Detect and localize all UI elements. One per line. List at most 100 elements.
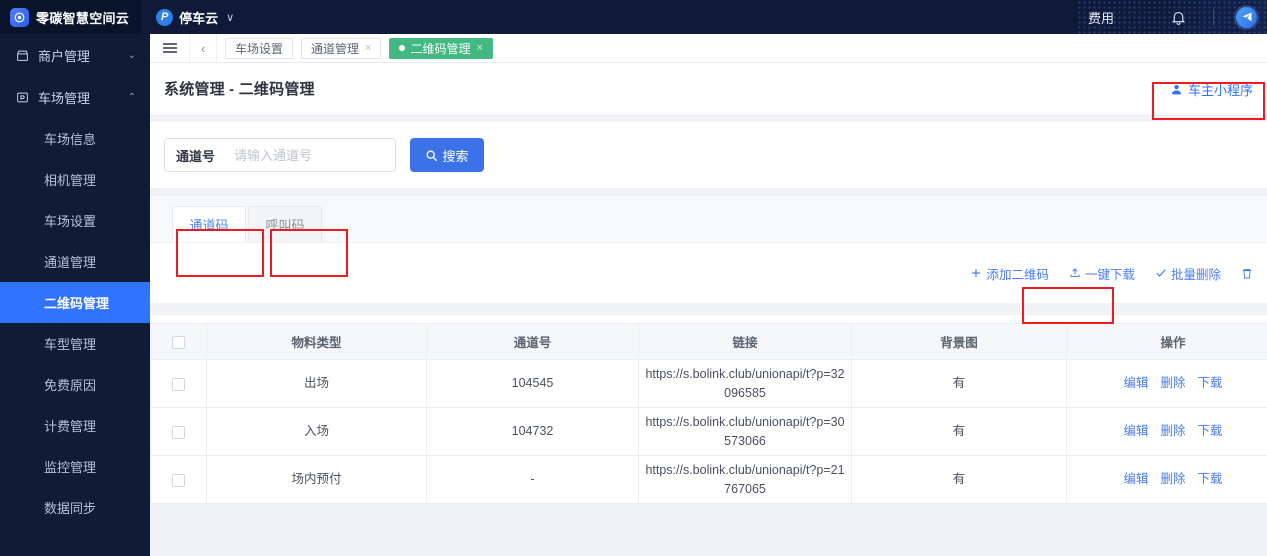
cell-operations: 编辑 删除 下载: [1066, 407, 1267, 456]
search-button[interactable]: 搜索: [410, 138, 484, 172]
fee-link[interactable]: 费用: [1058, 8, 1144, 27]
sidebar-item-label: 通道管理: [44, 255, 97, 270]
table-header-background: 背景图: [851, 323, 1067, 360]
row-edit-link[interactable]: 编辑: [1123, 374, 1148, 392]
cell-material-type: 场内预付: [206, 455, 427, 504]
row-checkbox[interactable]: [172, 473, 185, 487]
delete-all-button[interactable]: [1231, 261, 1267, 286]
sidebar-item-billing-management[interactable]: 计费管理: [0, 405, 150, 446]
close-icon[interactable]: ×: [476, 42, 482, 54]
cell-background: 有: [851, 359, 1067, 408]
cell-channel-no: 104545: [426, 359, 639, 408]
brand-name: 零碳智慧空间云: [36, 10, 130, 26]
batch-delete-button[interactable]: 批量删除: [1145, 258, 1231, 289]
parking-lot-icon: [16, 91, 31, 104]
select-all-checkbox[interactable]: [172, 335, 185, 349]
qrcode-table-card: 物料类型 通道号 链接 背景图 操作 出场 104545 https://s.b…: [150, 315, 1267, 504]
avatar[interactable]: [1214, 6, 1267, 28]
search-input[interactable]: [224, 139, 421, 171]
table-header-material-type: 物料类型: [206, 323, 427, 360]
row-select-cell: [150, 455, 207, 504]
sidebar-item-camera-management[interactable]: 相机管理: [0, 159, 150, 200]
sidebar-group-label: 车场管理: [38, 90, 91, 106]
owner-miniprogram-label: 车主小程序: [1187, 83, 1253, 98]
sidebar-item-parking-settings[interactable]: 车场设置: [0, 200, 150, 241]
app-switcher-label: 停车云: [179, 10, 219, 26]
circle-target-icon: [10, 7, 29, 27]
search-button-label: 搜索: [442, 148, 469, 164]
subtab-label: 呼叫码: [265, 218, 305, 233]
subtab-call-code[interactable]: 呼叫码: [248, 206, 322, 242]
table-header-row: 物料类型 通道号 链接 背景图 操作: [150, 323, 1267, 360]
tab-qrcode-management[interactable]: 二维码管理 ×: [389, 37, 493, 59]
page-title: 系统管理 - 二维码管理: [164, 81, 315, 98]
cell-operations: 编辑 删除 下载: [1066, 455, 1267, 504]
add-qrcode-button[interactable]: 添加二维码: [960, 258, 1059, 289]
close-icon[interactable]: ×: [365, 42, 371, 54]
sidebar-item-qrcode-management[interactable]: 二维码管理: [0, 282, 150, 323]
row-edit-link[interactable]: 编辑: [1123, 470, 1148, 488]
channel-no-field[interactable]: 通道号: [164, 138, 421, 172]
tab-scroll-left-button[interactable]: ‹: [189, 33, 217, 63]
row-edit-link[interactable]: 编辑: [1123, 422, 1148, 440]
owner-miniprogram-button[interactable]: 车主小程序: [1162, 76, 1261, 103]
chevron-down-icon[interactable]: ∨: [226, 11, 234, 24]
paper-plane-icon: [1236, 6, 1257, 28]
sidebar-item-channel-management[interactable]: 通道管理: [0, 241, 150, 282]
sidebar-item-free-reason[interactable]: 免费原因: [0, 364, 150, 405]
table-header-link: 链接: [638, 323, 852, 360]
row-delete-link[interactable]: 删除: [1160, 470, 1185, 488]
tab-channel-management[interactable]: 通道管理 ×: [301, 37, 382, 59]
table-header-channel-no: 通道号: [426, 323, 639, 360]
one-click-download-button[interactable]: 一键下载: [1059, 258, 1145, 289]
tab-label: 车场设置: [235, 41, 284, 56]
active-dot-icon: [399, 45, 406, 51]
sidebar-item-label: 车场信息: [44, 132, 97, 147]
sidebar-group-label: 商户管理: [38, 48, 91, 64]
qrcode-tabs-card: 通道码 呼叫码 添加二维码 一键下载 批量删除: [150, 196, 1267, 303]
row-checkbox[interactable]: [172, 425, 185, 439]
row-select-cell: [150, 359, 207, 408]
sidebar-item-label: 免费原因: [44, 378, 97, 393]
row-delete-link[interactable]: 删除: [1160, 374, 1185, 392]
cell-link: https://s.bolink.club/unionapi/t?p=32096…: [638, 359, 852, 408]
main-content: 系统管理 - 二维码管理 车主小程序 通道号 搜索: [150, 63, 1267, 556]
sidebar-item-monitor-management[interactable]: 监控管理: [0, 446, 150, 487]
row-delete-link[interactable]: 删除: [1160, 422, 1185, 440]
batch-delete-label: 批量删除: [1170, 267, 1221, 282]
check-icon: [1156, 269, 1166, 277]
row-checkbox[interactable]: [172, 377, 185, 391]
search-card: 通道号 搜索: [150, 122, 1267, 188]
sidebar-item-label: 监控管理: [44, 460, 97, 475]
subtab-channel-code[interactable]: 通道码: [172, 206, 246, 242]
sidebar-group-merchant[interactable]: 商户管理 ⌄: [0, 34, 150, 76]
search-icon: [427, 150, 438, 161]
user-icon: [1171, 84, 1182, 95]
sidebar-item-label: 相机管理: [44, 173, 97, 188]
merchant-icon: [16, 49, 31, 62]
brand-block[interactable]: 零碳智慧空间云: [0, 0, 142, 34]
header-right-actions: 费用: [1058, 0, 1267, 34]
subtab-label: 通道码: [189, 218, 229, 233]
parking-app-icon: P: [156, 8, 174, 26]
tab-strip: ‹ 车场设置 通道管理 × 二维码管理 ×: [150, 33, 1267, 63]
sidebar-item-parking-info[interactable]: 车场信息: [0, 118, 150, 159]
sidebar-group-parking-lot[interactable]: 车场管理 ⌃: [0, 76, 150, 118]
chevron-up-icon: ⌃: [127, 91, 136, 103]
tab-parking-settings[interactable]: 车场设置: [225, 37, 294, 59]
channel-no-label: 通道号: [176, 148, 216, 164]
sidebar-item-label: 车场设置: [44, 214, 97, 229]
tab-label: 通道管理: [311, 41, 360, 56]
table-row: 出场 104545 https://s.bolink.club/unionapi…: [150, 359, 1267, 408]
sidebar-item-vehicle-type[interactable]: 车型管理: [0, 323, 150, 364]
app-switcher[interactable]: P 停车云 ∨: [156, 8, 234, 27]
qrcode-table: 物料类型 通道号 链接 背景图 操作 出场 104545 https://s.b…: [150, 323, 1267, 504]
row-download-link[interactable]: 下载: [1198, 422, 1223, 440]
tab-label: 二维码管理: [410, 41, 471, 56]
top-header: 零碳智慧空间云 P 停车云 ∨ 费用: [0, 0, 1267, 34]
row-download-link[interactable]: 下载: [1198, 374, 1223, 392]
hamburger-icon[interactable]: [150, 41, 189, 55]
bell-icon[interactable]: [1144, 9, 1213, 26]
row-download-link[interactable]: 下载: [1198, 470, 1223, 488]
sidebar-item-data-sync[interactable]: 数据同步: [0, 487, 150, 528]
